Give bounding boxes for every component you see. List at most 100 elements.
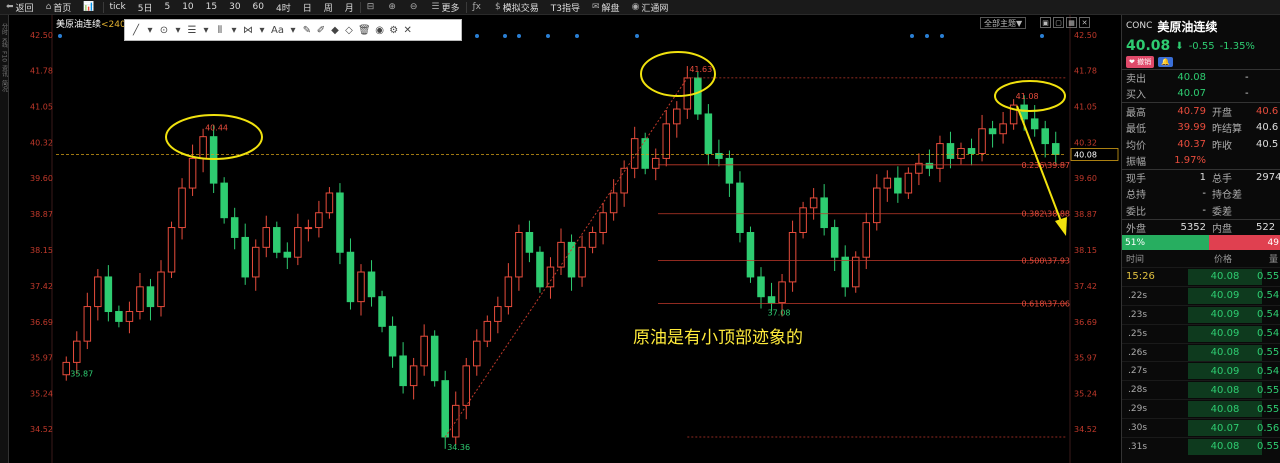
toolbar-item-6[interactable]: 10 [176,0,199,15]
toolbar-item-18[interactable]: ƒx [467,0,490,15]
toolbar-item-15[interactable]: ⊕ [382,0,404,15]
candle-body [346,251,355,303]
candle-body [630,138,639,169]
tick-time: 15:26 [1126,271,1155,283]
draw-tool-6[interactable]: ⦀ [215,25,225,36]
toolbar-label-13: 月 [344,3,354,14]
axis-left-tick-label: 41.78 [30,67,53,76]
toolbar-item-14[interactable]: ⊟ [361,0,383,15]
draw-tool-3[interactable]: ▾ [173,25,183,36]
draw-tool-5[interactable]: ▾ [201,25,211,36]
candle-body [283,251,292,258]
toolbar-item-4[interactable]: 5日 [132,0,159,15]
draw-tool-18[interactable]: ⚙ [389,25,399,36]
draw-tool-7[interactable]: ▾ [229,25,239,36]
tick-volume: 0.54 [1257,309,1280,321]
draw-tool-17[interactable]: ◉ [375,25,385,36]
toolbar-item-3[interactable]: tick [104,0,132,15]
toolbar-item-13[interactable]: 月 [339,0,360,15]
candle-body [199,136,207,159]
axis-right-tick-label: 41.05 [1074,103,1097,112]
tick-volume: 0.54 [1257,365,1280,377]
tick-volume: 0.55 [1257,441,1280,453]
sell-volume: - [1245,72,1249,84]
draw-tool-12[interactable]: ✎ [302,25,312,36]
axis-left-tick-label: 39.60 [30,174,53,183]
expand-icon[interactable]: ▢ [1053,17,1064,28]
draw-tool-9[interactable]: ▾ [257,25,267,36]
stat-value-2: 40.6 [1256,105,1279,117]
axis-left-tick-label: 35.97 [30,353,53,362]
toolbar-icon-14: ⊟ [366,2,375,12]
toolbar-item-20[interactable]: T3指导 [545,0,586,15]
tick-time: .28s [1128,385,1148,396]
toolbar-item-10[interactable]: 4时 [270,0,297,15]
quote-name: 美原油连续 [1157,19,1218,34]
draw-tool-10[interactable]: Aa [271,25,284,36]
last-price: 40.08 [1126,38,1171,54]
toolbar-item-9[interactable]: 60 [247,0,270,15]
tick-price: 40.09 [1188,325,1262,342]
toolbar-label-21: 解盘 [601,3,620,14]
candle-body [536,251,544,288]
theme-dropdown[interactable]: 全部主题▼ [980,17,1027,29]
toolbar-item-22[interactable]: ◉ 汇通网 [626,0,675,15]
peak-price-label: 41.08 [1016,92,1039,101]
toolbar-item-11[interactable]: 日 [297,0,318,15]
stat-value: 1 [1199,172,1206,184]
candle-body [883,177,892,189]
draw-tool-4[interactable]: ☰ [187,25,197,36]
tick-time: .22s [1128,290,1148,301]
stat-row: 总持 - 持仓差 [1122,186,1280,203]
toolbar-item-19[interactable]: $ 模拟交易 [489,0,545,15]
candle-body [441,380,449,438]
toolbar-icon-18: ƒx [472,2,482,12]
toolbar-item-12[interactable]: 周 [318,0,339,15]
axis-right-tick-label: 38.15 [1074,246,1097,255]
tick-row: .27s 40.09 0.54 [1122,361,1280,380]
draw-tool-1[interactable]: ▾ [145,25,155,36]
toolbar-item-2[interactable]: 📊 [77,0,102,15]
draw-tool-16[interactable]: 🗑 [358,25,371,36]
chart-symbol: 美原油连续 [56,20,102,30]
toolbar-item-5[interactable]: 5 [158,0,176,15]
draw-tool-13[interactable]: ✐ [316,25,326,36]
draw-tool-8[interactable]: ⋈ [243,25,253,36]
candle-body [178,187,186,229]
sell-row: 卖出 40.08 - [1122,69,1280,86]
trend-line [444,77,688,438]
tick-time: .27s [1128,366,1148,377]
draw-tool-11[interactable]: ▾ [288,25,298,36]
tick-volume: 0.55 [1257,271,1280,283]
toolbar-item-7[interactable]: 15 [200,0,223,15]
draw-tool-0[interactable]: ╱ [131,25,141,36]
toolbar-item-16[interactable]: ⊖ [404,0,426,15]
draw-tool-14[interactable]: ◆ [330,25,340,36]
candle-body [241,236,249,278]
candle-body [567,241,576,278]
current-price-label: 40.08 [1074,150,1097,159]
unfollow-button[interactable]: ❤ 撤销 [1126,56,1155,68]
restore-icon[interactable]: ▣ [1040,17,1051,28]
candle-body [978,128,986,154]
settings-icon[interactable]: ▦ [1066,17,1077,28]
toolbar-item-1[interactable]: ⌂ 首页 [40,0,78,15]
draw-tool-15[interactable]: ◇ [344,25,354,36]
draw-tool-2[interactable]: ⊙ [159,25,169,36]
candle-body [525,232,534,253]
fib-level-label: 0.500\37.93 [1022,257,1071,266]
candle-body [620,167,628,194]
candle-body [367,271,376,298]
toolbar-item-8[interactable]: 30 [223,0,246,15]
toolbar-item-0[interactable]: ⬅ 返回 [0,0,40,15]
toolbar-item-21[interactable]: ✉ 解盘 [586,0,626,15]
alert-bell-icon[interactable]: 🔔 [1158,57,1173,67]
close-icon[interactable]: ✕ [1079,17,1090,28]
stat-value: 1.97% [1174,155,1206,167]
toolbar-item-17[interactable]: ☰ 更多 [425,0,465,15]
quote-tags: ❤ 撤销 🔔 [1122,55,1280,69]
draw-tool-19[interactable]: ✕ [403,25,413,36]
toolbar-label-10: 4时 [276,3,291,14]
candle-body [694,77,702,115]
tick-price: 40.08 [1188,401,1262,418]
